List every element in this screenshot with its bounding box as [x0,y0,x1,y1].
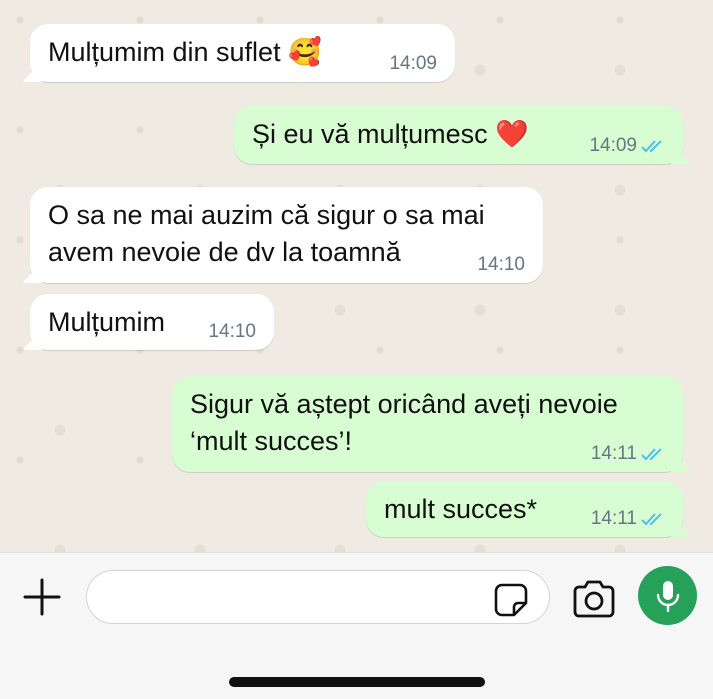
camera-icon[interactable] [571,580,617,618]
message-time: 14:09 [389,53,437,74]
microphone-icon [656,580,679,612]
message-meta: 14:09 [389,54,437,74]
message-text: Sigur vă aștept oricând aveți nevoie ‘mu… [190,389,618,456]
outgoing-message[interactable]: Sigur vă aștept oricând aveți nevoie ‘mu… [172,376,683,472]
message-input-bar [0,552,713,699]
message-time: 14:11 [590,508,637,529]
double-check-icon [641,140,662,153]
message-meta: 14:11 [591,444,667,464]
home-indicator [229,677,485,687]
message-meta: 14:10 [208,322,256,342]
message-time: 14:11 [590,443,637,464]
chat-area[interactable]: Mulțumim din suflet 🥰 14:09 Și eu vă mul… [0,0,713,552]
message-time: 14:10 [477,254,525,275]
double-check-icon [641,448,662,461]
message-text: mult succes* [384,494,538,524]
message-meta: 14:09 [589,136,667,156]
plus-icon[interactable] [22,577,62,617]
incoming-message[interactable]: Mulțumim 14:10 [30,294,274,350]
outgoing-message[interactable]: mult succes* 14:11 [366,481,683,537]
incoming-message[interactable]: Mulțumim din suflet 🥰 14:09 [30,24,455,82]
message-text: Mulțumim din suflet 🥰 [48,37,322,67]
message-meta: 14:10 [477,255,525,275]
message-text: Și eu vă mulțumesc ❤️ [252,119,529,149]
message-time: 14:10 [208,321,256,342]
incoming-message[interactable]: O sa ne mai auzim că sigur o sa mai avem… [30,187,543,283]
microphone-button[interactable] [638,566,697,625]
message-input[interactable] [86,570,550,624]
message-text: O sa ne mai auzim că sigur o sa mai avem… [48,200,485,267]
outgoing-message[interactable]: Și eu vă mulțumesc ❤️ 14:09 [234,106,683,164]
message-text: Mulțumim [48,307,166,337]
sticker-icon[interactable] [494,583,528,617]
message-meta: 14:11 [591,509,667,529]
double-check-icon [641,513,662,526]
message-time: 14:09 [589,135,637,156]
